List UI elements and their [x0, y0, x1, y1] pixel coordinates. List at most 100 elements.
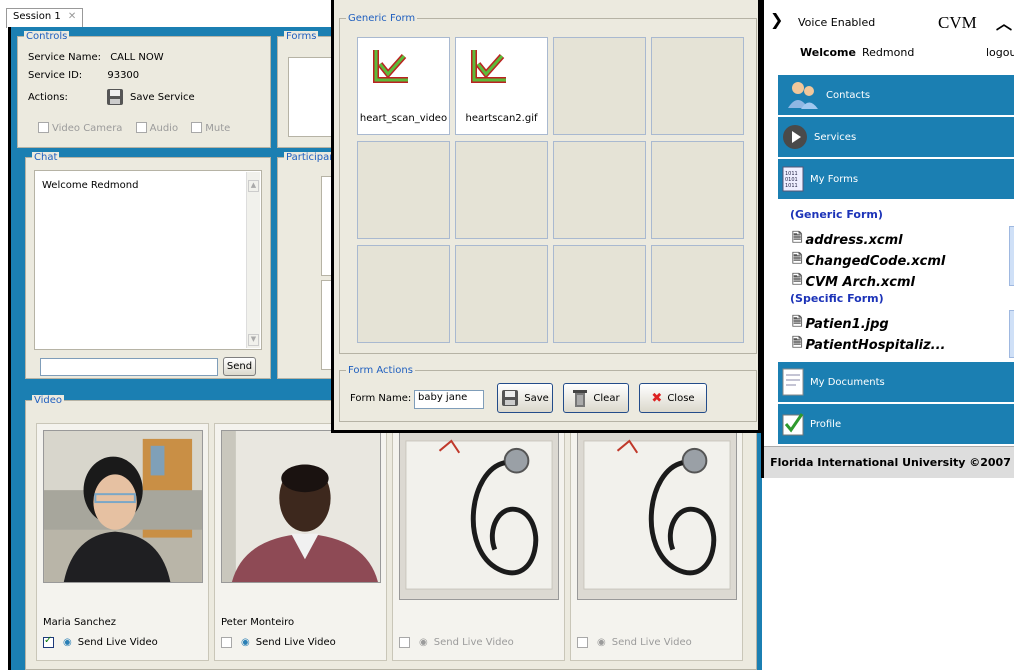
- checklist-icon: [782, 413, 804, 436]
- save-label: Save: [524, 392, 549, 404]
- collapse-arrow-icon[interactable]: ❯: [770, 10, 783, 29]
- chevron-up-icon[interactable]: ︿: [996, 10, 1012, 34]
- floppy-icon: [502, 390, 519, 406]
- screen: Session 1 ✕ Controls Service Name: CALL …: [0, 0, 1014, 670]
- document-icon: [782, 368, 804, 396]
- video-tile: Peter Monteiro ◉ Send Live Video: [214, 423, 387, 661]
- file-item-heart-scan-video[interactable]: heart_scan_video: [357, 37, 450, 135]
- form-file-item[interactable]: 🗎 PatientHospitaliz...: [792, 334, 945, 356]
- tab-session-1[interactable]: Session 1 ✕: [6, 8, 84, 28]
- forms-title: Forms: [284, 31, 319, 42]
- empty-cell: [651, 141, 744, 239]
- specific-form-group[interactable]: (Specific Form): [790, 292, 884, 305]
- service-name-value: CALL NOW: [110, 52, 164, 63]
- close-button[interactable]: ✖ Close: [639, 383, 707, 413]
- video-icon: ◉: [63, 637, 72, 648]
- video-camera-label: Video Camera: [52, 123, 123, 134]
- nav-profile[interactable]: Profile: [778, 404, 1014, 444]
- empty-cell: [357, 245, 450, 343]
- close-x-icon: ✖: [651, 390, 663, 406]
- video-camera-checkbox[interactable]: Video Camera: [38, 122, 123, 134]
- chat-panel: Chat Welcome Redmond ▲ ▼ Send: [25, 152, 271, 379]
- voice-status: Voice Enabled: [798, 16, 876, 29]
- form-file-icon: [373, 50, 408, 83]
- generic-form-window: Generic Form heart_scan_video heartscan2…: [331, 0, 761, 433]
- chat-log[interactable]: Welcome Redmond ▲ ▼: [34, 170, 262, 350]
- play-icon: [783, 125, 807, 149]
- service-name-label: Service Name:: [28, 52, 102, 63]
- nav-label: Profile: [810, 418, 842, 430]
- stethoscope-image: [399, 430, 559, 600]
- logout-link[interactable]: logout: [986, 46, 1014, 59]
- form-file-item[interactable]: 🗎 CVM Arch.xcml: [792, 271, 915, 293]
- service-id-value: 93300: [107, 70, 140, 81]
- controls-title: Controls: [24, 31, 70, 42]
- form-name-label: Form Name:: [350, 393, 412, 404]
- send-button[interactable]: Send: [223, 357, 256, 376]
- send-live-video-label: Send Live Video: [77, 637, 158, 648]
- file-item-heartscan2[interactable]: heartscan2.gif: [455, 37, 548, 135]
- nav-my-documents[interactable]: My Documents: [778, 362, 1014, 402]
- generic-form-group[interactable]: (Generic Form): [790, 208, 883, 221]
- scroll-up-icon[interactable]: ▲: [248, 180, 259, 192]
- welcome-label: Welcome: [800, 46, 856, 59]
- chat-input[interactable]: [40, 358, 218, 376]
- sidebar-footer: Florida International University ©2007: [764, 446, 1014, 478]
- contacts-icon: [788, 82, 818, 109]
- nav-services[interactable]: Services: [778, 117, 1014, 157]
- file-icon: 🗎: [792, 315, 803, 330]
- service-id-label: Service ID:: [28, 70, 83, 81]
- checkbox-box: [191, 122, 203, 133]
- file-name: heartscan2.gif: [465, 113, 538, 124]
- nav-my-forms[interactable]: 1011 0101 1011 My Forms: [778, 159, 1014, 199]
- binary-file-icon: 101101011011: [782, 166, 804, 192]
- video-tile: ◉ Send Live Video: [392, 423, 565, 661]
- form-file-item[interactable]: 🗎 ChangedCode.xcml: [792, 250, 945, 272]
- nav-contacts[interactable]: Contacts: [778, 75, 1014, 115]
- tab-label: Session 1: [13, 11, 61, 22]
- controls-panel: Controls Service Name: CALL NOW Service …: [17, 31, 271, 148]
- clear-button[interactable]: Clear: [563, 383, 629, 413]
- form-file-item[interactable]: 🗎 address.xcml: [792, 229, 903, 251]
- save-service-button[interactable]: Save Service: [106, 88, 195, 106]
- nav-label: Contacts: [826, 89, 871, 101]
- empty-cell: [651, 37, 744, 135]
- send-video-checkbox[interactable]: [399, 637, 410, 648]
- generic-scrollbar[interactable]: [1009, 226, 1014, 286]
- video-person-name: Peter Monteiro: [221, 617, 295, 628]
- specific-scrollbar[interactable]: [1009, 310, 1014, 358]
- form-file-icon: [471, 50, 506, 83]
- send-video-checkbox[interactable]: [577, 637, 588, 648]
- actions-label: Actions:: [28, 92, 68, 103]
- close-tab-icon[interactable]: ✕: [68, 11, 76, 22]
- audio-checkbox[interactable]: Audio: [135, 122, 178, 134]
- clear-label: Clear: [593, 392, 620, 404]
- nav-label: My Forms: [810, 173, 859, 185]
- chat-title: Chat: [32, 152, 60, 163]
- checkbox-box: [38, 122, 49, 133]
- empty-cell: [553, 141, 646, 239]
- send-video-checkbox[interactable]: [43, 635, 54, 648]
- send-live-video-label: Send Live Video: [611, 637, 692, 648]
- peter-monteiro-video: [221, 430, 381, 583]
- floppy-icon: [107, 89, 123, 105]
- form-file-item[interactable]: 🗎 Patien1.jpg: [792, 313, 889, 335]
- file-grid: heart_scan_video heartscan2.gif: [349, 29, 749, 347]
- form-name-input[interactable]: baby jane: [414, 390, 484, 409]
- scroll-down-icon[interactable]: ▼: [248, 334, 259, 346]
- form-actions-panel: Form Actions Form Name: baby jane Save C…: [339, 365, 757, 422]
- file-name: heart_scan_video: [359, 113, 448, 124]
- checkbox-box: [135, 122, 147, 133]
- save-button[interactable]: Save: [497, 383, 553, 413]
- nav-label: Services: [814, 131, 857, 143]
- cvm-sidebar: ❯ Voice Enabled CVM ︿ Welcome Redmond lo…: [761, 0, 1014, 478]
- send-video-checkbox[interactable]: [221, 637, 232, 648]
- generic-form-title: Generic Form: [346, 13, 418, 24]
- video-person-name: Maria Sanchez: [43, 617, 117, 628]
- chat-scrollbar[interactable]: ▲ ▼: [246, 172, 260, 348]
- close-label: Close: [667, 392, 695, 404]
- mute-checkbox[interactable]: Mute: [191, 122, 230, 134]
- generic-form-panel: Generic Form heart_scan_video heartscan2…: [339, 13, 757, 354]
- empty-cell: [455, 141, 548, 239]
- user-name: Redmond: [862, 46, 915, 59]
